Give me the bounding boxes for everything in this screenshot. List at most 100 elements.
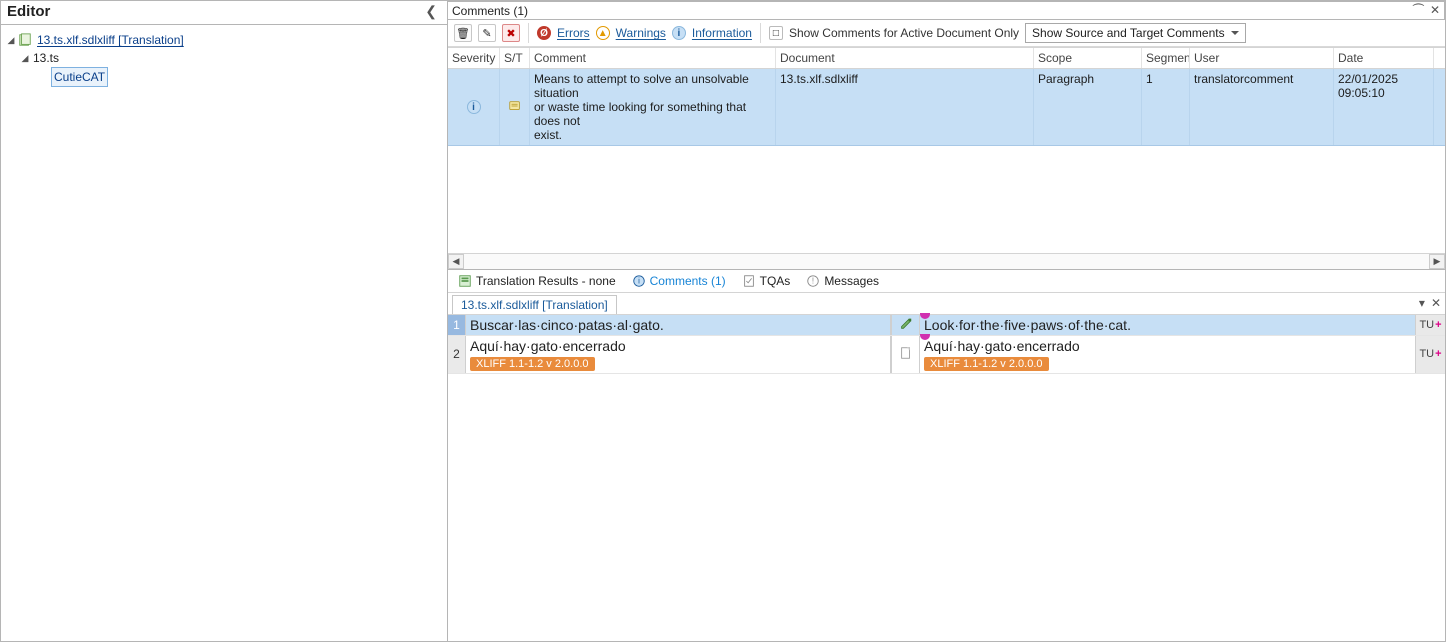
results-tabstrip: Translation Results - none i Comments (1… <box>448 270 1445 293</box>
target-text: Aquí·hay·gato·encerrado <box>924 338 1411 354</box>
col-st[interactable]: S/T <box>500 48 530 68</box>
col-scope[interactable]: Scope <box>1034 48 1142 68</box>
segment-cell: 1 <box>1142 69 1190 145</box>
tu-badge: TU <box>1415 336 1445 373</box>
comments-grid-header: Severity S/T Comment Document Scope Segm… <box>448 47 1445 69</box>
xliff-tag: XLIFF 1.1-1.2 v 2.0.0.0 <box>470 357 595 371</box>
scope-cell: Paragraph <box>1034 69 1142 145</box>
tab-messages[interactable]: ! Messages <box>800 272 885 290</box>
segment-row[interactable]: 1 Buscar·las·cinco·patas·al·gato. Look·f… <box>448 315 1445 336</box>
source-cell[interactable]: Aquí·hay·gato·encerrado XLIFF 1.1-1.2 v … <box>466 336 891 373</box>
tree-grandchild-label[interactable]: CutieCAT <box>51 67 108 87</box>
comments-panel: Comments (1) ⏜ ✕ 🗑 ✎ ✖ Ø Errors ▲ Warnin… <box>448 1 1445 270</box>
editor-empty-area <box>448 374 1445 642</box>
information-filter[interactable]: Information <box>692 26 752 40</box>
col-severity[interactable]: Severity <box>448 48 500 68</box>
comment-text-cell: Means to attempt to solve an unsolvable … <box>530 69 776 145</box>
tree-child-label[interactable]: 13.ts <box>31 49 61 67</box>
tab-label: Comments (1) <box>650 274 726 288</box>
messages-icon: ! <box>806 274 820 288</box>
col-document[interactable]: Document <box>776 48 1034 68</box>
close-icon[interactable]: ✕ <box>1430 3 1440 18</box>
info-icon: i <box>467 100 481 114</box>
edit-comment-button[interactable]: ✎ <box>478 24 496 42</box>
target-cell[interactable]: Aquí·hay·gato·encerrado XLIFF 1.1-1.2 v … <box>920 336 1415 373</box>
info-icon: i <box>672 26 686 40</box>
tab-label: Translation Results - none <box>476 274 616 288</box>
scroll-left-icon[interactable]: ◀ <box>448 254 464 269</box>
document-bar: 13.ts.xlf.sdlxliff [Translation] ▾ ✕ <box>448 293 1445 315</box>
tab-tqas[interactable]: TQAs <box>736 272 797 290</box>
comments-titlebar: Comments (1) ⏜ ✕ <box>448 1 1445 20</box>
horizontal-scrollbar[interactable]: ◀ ▶ <box>448 253 1445 269</box>
source-text: Buscar·las·cinco·patas·al·gato. <box>470 317 664 333</box>
doc-close-icon[interactable]: ✕ <box>1431 296 1441 310</box>
editor-title: Editor <box>7 3 50 20</box>
comments-toolbar: 🗑 ✎ ✖ Ø Errors ▲ Warnings i Information … <box>448 20 1445 47</box>
segment-row[interactable]: 2 Aquí·hay·gato·encerrado XLIFF 1.1-1.2 … <box>448 336 1445 374</box>
collapse-sidebar-icon[interactable]: ❮ <box>421 3 441 20</box>
date-cell: 22/01/2025 09:05:10 <box>1334 69 1434 145</box>
document-tab-label: 13.ts.xlf.sdlxliff [Translation] <box>461 298 608 312</box>
tu-badge: TU <box>1415 315 1445 335</box>
draft-icon <box>899 346 913 363</box>
comment-line: or waste time looking for something that… <box>534 100 771 128</box>
project-tree: ◢ 13.ts.xlf.sdlxliff [Translation] ◢ 13.… <box>1 25 447 93</box>
edit-icon <box>899 316 913 333</box>
col-date[interactable]: Date <box>1334 48 1434 68</box>
tab-translation-results[interactable]: Translation Results - none <box>452 272 622 290</box>
segment-grid: 1 Buscar·las·cinco·patas·al·gato. Look·f… <box>448 315 1445 374</box>
tab-label: Messages <box>824 274 879 288</box>
target-cell[interactable]: Look·for·the·five·paws·of·the·cat. <box>920 315 1415 335</box>
svg-text:!: ! <box>812 276 814 285</box>
tree-grandchild-row[interactable]: CutieCAT <box>5 67 443 87</box>
document-cell: 13.ts.xlf.sdlxliff <box>776 69 1034 145</box>
xliff-tag: XLIFF 1.1-1.2 v 2.0.0.0 <box>924 357 1049 371</box>
user-cell: translatorcomment <box>1190 69 1334 145</box>
separator <box>760 23 761 43</box>
scroll-right-icon[interactable]: ▶ <box>1429 254 1445 269</box>
doc-menu-icon[interactable]: ▾ <box>1419 296 1425 310</box>
note-icon <box>508 99 522 116</box>
status-cell[interactable] <box>891 315 920 335</box>
tree-root-label[interactable]: 13.ts.xlf.sdlxliff [Translation] <box>35 31 186 49</box>
comments-icon: i <box>632 274 646 288</box>
document-icon: □ <box>769 26 783 40</box>
tab-label: TQAs <box>760 274 791 288</box>
tab-comments[interactable]: i Comments (1) <box>626 272 732 290</box>
warnings-filter[interactable]: Warnings <box>616 26 666 40</box>
results-icon <box>458 274 472 288</box>
delete-comment-button[interactable]: ✖ <box>502 24 520 42</box>
tree-root-row[interactable]: ◢ 13.ts.xlf.sdlxliff [Translation] <box>5 31 443 49</box>
pin-icon[interactable]: ⏜ <box>1412 3 1424 18</box>
editor-sidebar: Editor ❮ ◢ 13.ts.xlf.sdlxliff [Translati… <box>1 1 448 641</box>
col-comment[interactable]: Comment <box>530 48 776 68</box>
col-segment[interactable]: Segmen <box>1142 48 1190 68</box>
tree-twisty-icon[interactable]: ◢ <box>19 49 31 67</box>
document-tab[interactable]: 13.ts.xlf.sdlxliff [Translation] <box>452 295 617 314</box>
svg-text:i: i <box>638 276 640 285</box>
status-cell[interactable] <box>891 336 920 373</box>
file-icon <box>17 33 33 47</box>
target-text: Look·for·the·five·paws·of·the·cat. <box>924 317 1131 333</box>
source-cell[interactable]: Buscar·las·cinco·patas·al·gato. <box>466 315 891 335</box>
active-doc-only-toggle[interactable]: Show Comments for Active Document Only <box>789 26 1019 40</box>
comments-grid-body: i Means to attempt to solve an unsolvabl… <box>448 69 1445 253</box>
separator <box>528 23 529 43</box>
segment-number: 1 <box>448 315 466 335</box>
scroll-track[interactable] <box>464 254 1429 269</box>
col-user[interactable]: User <box>1190 48 1334 68</box>
warning-icon: ▲ <box>596 26 610 40</box>
source-target-select[interactable]: Show Source and Target Comments <box>1025 23 1246 43</box>
errors-filter[interactable]: Errors <box>557 26 590 40</box>
segment-number: 2 <box>448 336 466 373</box>
comment-line: Means to attempt to solve an unsolvable … <box>534 72 771 100</box>
clear-all-button[interactable]: 🗑 <box>454 24 472 42</box>
editor-header: Editor ❮ <box>1 1 447 25</box>
tqa-icon <box>742 274 756 288</box>
st-cell <box>500 69 530 145</box>
source-text: Aquí·hay·gato·encerrado <box>470 338 886 354</box>
tree-child-row[interactable]: ◢ 13.ts <box>5 49 443 67</box>
comment-row[interactable]: i Means to attempt to solve an unsolvabl… <box>448 69 1445 146</box>
tree-twisty-icon[interactable]: ◢ <box>5 31 17 49</box>
